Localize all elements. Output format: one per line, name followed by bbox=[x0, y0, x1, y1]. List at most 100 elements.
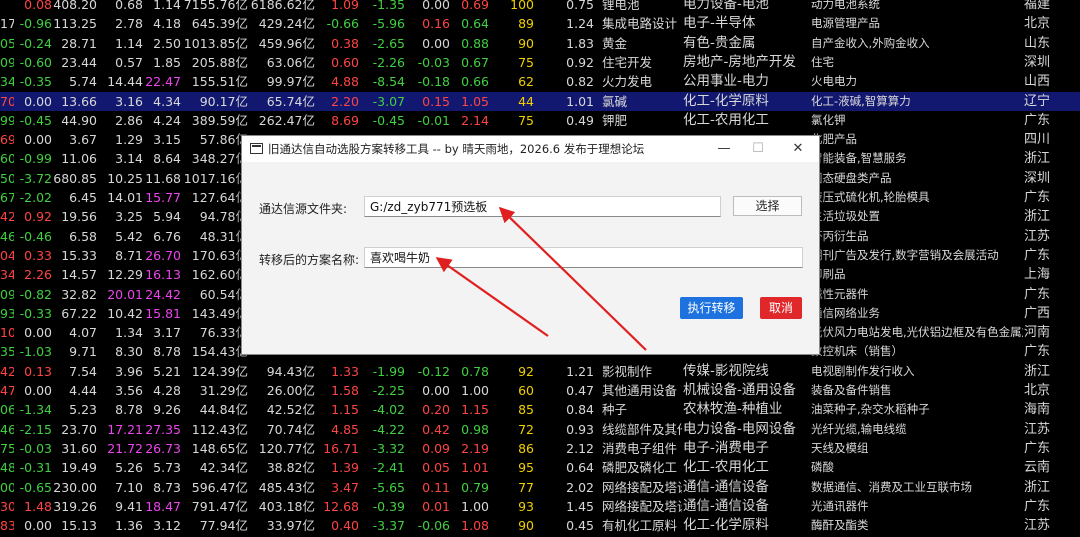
table-cell: 155.51亿 bbox=[191, 74, 248, 90]
browse-button[interactable]: 选择 bbox=[733, 196, 802, 216]
table-cell: 浙江 bbox=[1024, 151, 1051, 167]
table-cell: 60.54亿 bbox=[199, 286, 248, 302]
table-cell bbox=[0, 0, 14, 14]
table-cell: 48 bbox=[0, 460, 14, 476]
table-cell: -0.66 bbox=[326, 16, 359, 32]
table-cell: 广西 bbox=[1024, 305, 1051, 321]
source-folder-input[interactable] bbox=[364, 196, 721, 217]
table-cell: 680.85 bbox=[53, 170, 97, 186]
table-cell: 生活垃圾处置 bbox=[811, 209, 880, 224]
table-row[interactable]: 06 -1.34 5.23 8.78 9.26 44.84亿 42.52亿 1.15 -4.02… bbox=[0, 400, 1080, 419]
table-row[interactable]: 0.08 408.20 0.68 1.14 7155.76亿 6186.62亿 1.09 -1… bbox=[0, 0, 1080, 14]
table-cell: 电子-半导体 bbox=[683, 15, 756, 32]
table-cell: -2.25 bbox=[372, 383, 405, 398]
table-row[interactable]: 48 -0.31 19.49 5.26 5.73 42.34亿 38.82亿 1.39 -2.4… bbox=[0, 458, 1080, 477]
table-cell: 1013.85亿 bbox=[183, 35, 248, 51]
table-cell: 0.09 bbox=[422, 440, 450, 456]
execute-transfer-button[interactable]: 执行转移 bbox=[680, 297, 743, 319]
table-cell: 北京 bbox=[1024, 383, 1051, 398]
table-row[interactable]: 99 -0.45 44.90 2.86 4.24 389.59亿 262.47亿 8.69 -0… bbox=[0, 111, 1080, 130]
table-cell: 0.00 bbox=[422, 35, 450, 51]
table-cell: 94.78亿 bbox=[199, 209, 248, 225]
table-cell: 0.16 bbox=[422, 16, 450, 32]
table-cell: 消费电子组件 bbox=[602, 440, 678, 456]
table-cell: -0.39 bbox=[372, 498, 405, 514]
table-cell: 电力设备-电池 bbox=[683, 0, 769, 12]
table-cell: 4.88 bbox=[331, 74, 359, 90]
table-cell: 四川 bbox=[1024, 132, 1051, 148]
table-cell: 1.00 bbox=[461, 498, 489, 514]
table-cell: 34 bbox=[0, 74, 14, 90]
table-cell: 4.34 bbox=[153, 93, 181, 109]
table-cell: 黄金 bbox=[602, 35, 628, 51]
table-row[interactable]: 42 0.13 7.54 3.96 5.21 124.39亿 94.43亿 1.33 -1.99… bbox=[0, 362, 1080, 381]
minimize-icon[interactable]: — bbox=[707, 136, 741, 162]
table-cell: 27.35 bbox=[145, 421, 181, 437]
table-row[interactable]: 05 -0.24 28.71 1.14 2.50 1013.85亿 459.96亿 0.38-… bbox=[0, 34, 1080, 53]
table-row[interactable]: 34 -0.35 5.74 14.44 22.47 155.51亿 99.97亿 4.88 -8… bbox=[0, 72, 1080, 91]
table-cell: 0.00 bbox=[422, 383, 450, 398]
table-cell: 596.47亿 bbox=[191, 479, 248, 495]
table-cell: 其他通用设备 bbox=[602, 383, 678, 398]
table-cell: 集成电路设计 bbox=[602, 16, 678, 32]
table-cell: 装备及备件销售 bbox=[811, 383, 892, 397]
table-cell: 1.14 bbox=[115, 35, 143, 51]
table-cell: 26.70 bbox=[145, 247, 181, 263]
table-cell: 1.85 bbox=[153, 54, 181, 70]
table-cell: 数控机床（销售） bbox=[811, 344, 903, 359]
table-cell: -0.03 bbox=[417, 54, 450, 70]
table-cell: 05 bbox=[0, 35, 14, 51]
scheme-name-label: 转移后的方案名称: bbox=[259, 253, 360, 267]
table-cell: 光纤光缆,输电线缆 bbox=[811, 421, 907, 436]
table-cell: -0.82 bbox=[19, 286, 52, 302]
table-cell: 0.57 bbox=[115, 54, 143, 70]
table-cell: -3.72 bbox=[19, 170, 52, 186]
table-cell: 化肥产品 bbox=[811, 132, 857, 147]
table-row[interactable]: 30 1.48 319.26 9.41 18.47 791.47亿 403.18亿 12.68… bbox=[0, 497, 1080, 516]
table-cell: 0.42 bbox=[422, 421, 450, 437]
table-row[interactable]: 83 0.00 15.13 1.36 3.12 77.94亿 33.97亿 0.40 -3.37… bbox=[0, 516, 1080, 535]
dialog-titlebar[interactable]: 旧通达信自动选股方案转移工具 -- by 晴天雨地，2026.6 发布于理想论坛… bbox=[242, 136, 819, 162]
table-cell: 0.82 bbox=[566, 74, 594, 90]
scheme-name-input[interactable] bbox=[364, 247, 803, 268]
table-cell: 459.96亿 bbox=[258, 35, 315, 51]
table-cell: 8.30 bbox=[115, 344, 143, 360]
table-cell: 348.27亿 bbox=[191, 151, 248, 167]
cancel-button[interactable]: 取消 bbox=[760, 297, 802, 319]
table-row[interactable]: 46 -2.15 23.70 17.21 27.35 112.43亿 70.74亿 4.85-… bbox=[0, 420, 1080, 439]
table-cell: 35 bbox=[0, 344, 14, 360]
table-row[interactable]: 00 -0.65 230.00 7.10 8.73 596.47亿 485.43亿 3.47-… bbox=[0, 478, 1080, 497]
table-cell: 公用事业-电力 bbox=[683, 73, 769, 90]
table-cell: 16.13 bbox=[145, 267, 181, 283]
table-cell: 22.47 bbox=[145, 74, 181, 90]
table-cell: 网络接配及塔设 bbox=[602, 479, 682, 495]
table-cell: -1.34 bbox=[19, 402, 52, 418]
table-cell: 14.44 bbox=[107, 74, 143, 90]
table-cell: 23.70 bbox=[61, 421, 97, 437]
table-cell: 42 bbox=[0, 209, 14, 225]
table-row[interactable]: 09 -0.60 23.44 0.57 1.85 205.88亿 63.06亿 0.60 -2.… bbox=[0, 53, 1080, 72]
table-cell: 60 bbox=[0, 151, 14, 167]
table-cell: 网络接配及塔设 bbox=[602, 498, 682, 514]
table-cell: 16.71 bbox=[323, 440, 359, 456]
table-cell: 2.26 bbox=[24, 267, 52, 283]
table-cell: -0.65 bbox=[19, 479, 52, 495]
table-cell: 44.84亿 bbox=[199, 402, 248, 418]
table-row[interactable]: 70 0.00 13.66 3.16 4.34 90.17亿 65.74亿 2.20 -3.07… bbox=[0, 91, 1080, 111]
table-cell: 89 bbox=[518, 16, 534, 32]
table-cell: 2.86 bbox=[115, 112, 143, 128]
table-cell: -0.31 bbox=[19, 460, 52, 476]
table-row[interactable]: 17 -0.96 113.25 2.78 4.18 645.39亿 429.24亿 -0.66… bbox=[0, 14, 1080, 33]
table-cell: 00 bbox=[0, 479, 14, 495]
table-cell: 3.25 bbox=[115, 209, 143, 225]
table-row[interactable]: 75 -0.03 31.60 21.72 26.73 148.65亿 120.77亿 16.7… bbox=[0, 439, 1080, 458]
table-cell: 32.82 bbox=[61, 286, 97, 302]
table-cell: 4.07 bbox=[69, 325, 97, 341]
table-cell: 0.98 bbox=[461, 421, 489, 437]
table-cell: 氯化钾 bbox=[811, 112, 846, 127]
table-cell: 0.92 bbox=[24, 209, 52, 225]
table-cell: 火电电力 bbox=[811, 74, 857, 89]
close-icon[interactable]: ✕ bbox=[781, 136, 815, 162]
table-row[interactable]: 47 0.00 4.44 3.56 4.28 31.29亿 26.00亿 1.58 -2.25 0… bbox=[0, 381, 1080, 400]
table-cell: 28.71 bbox=[61, 35, 97, 51]
